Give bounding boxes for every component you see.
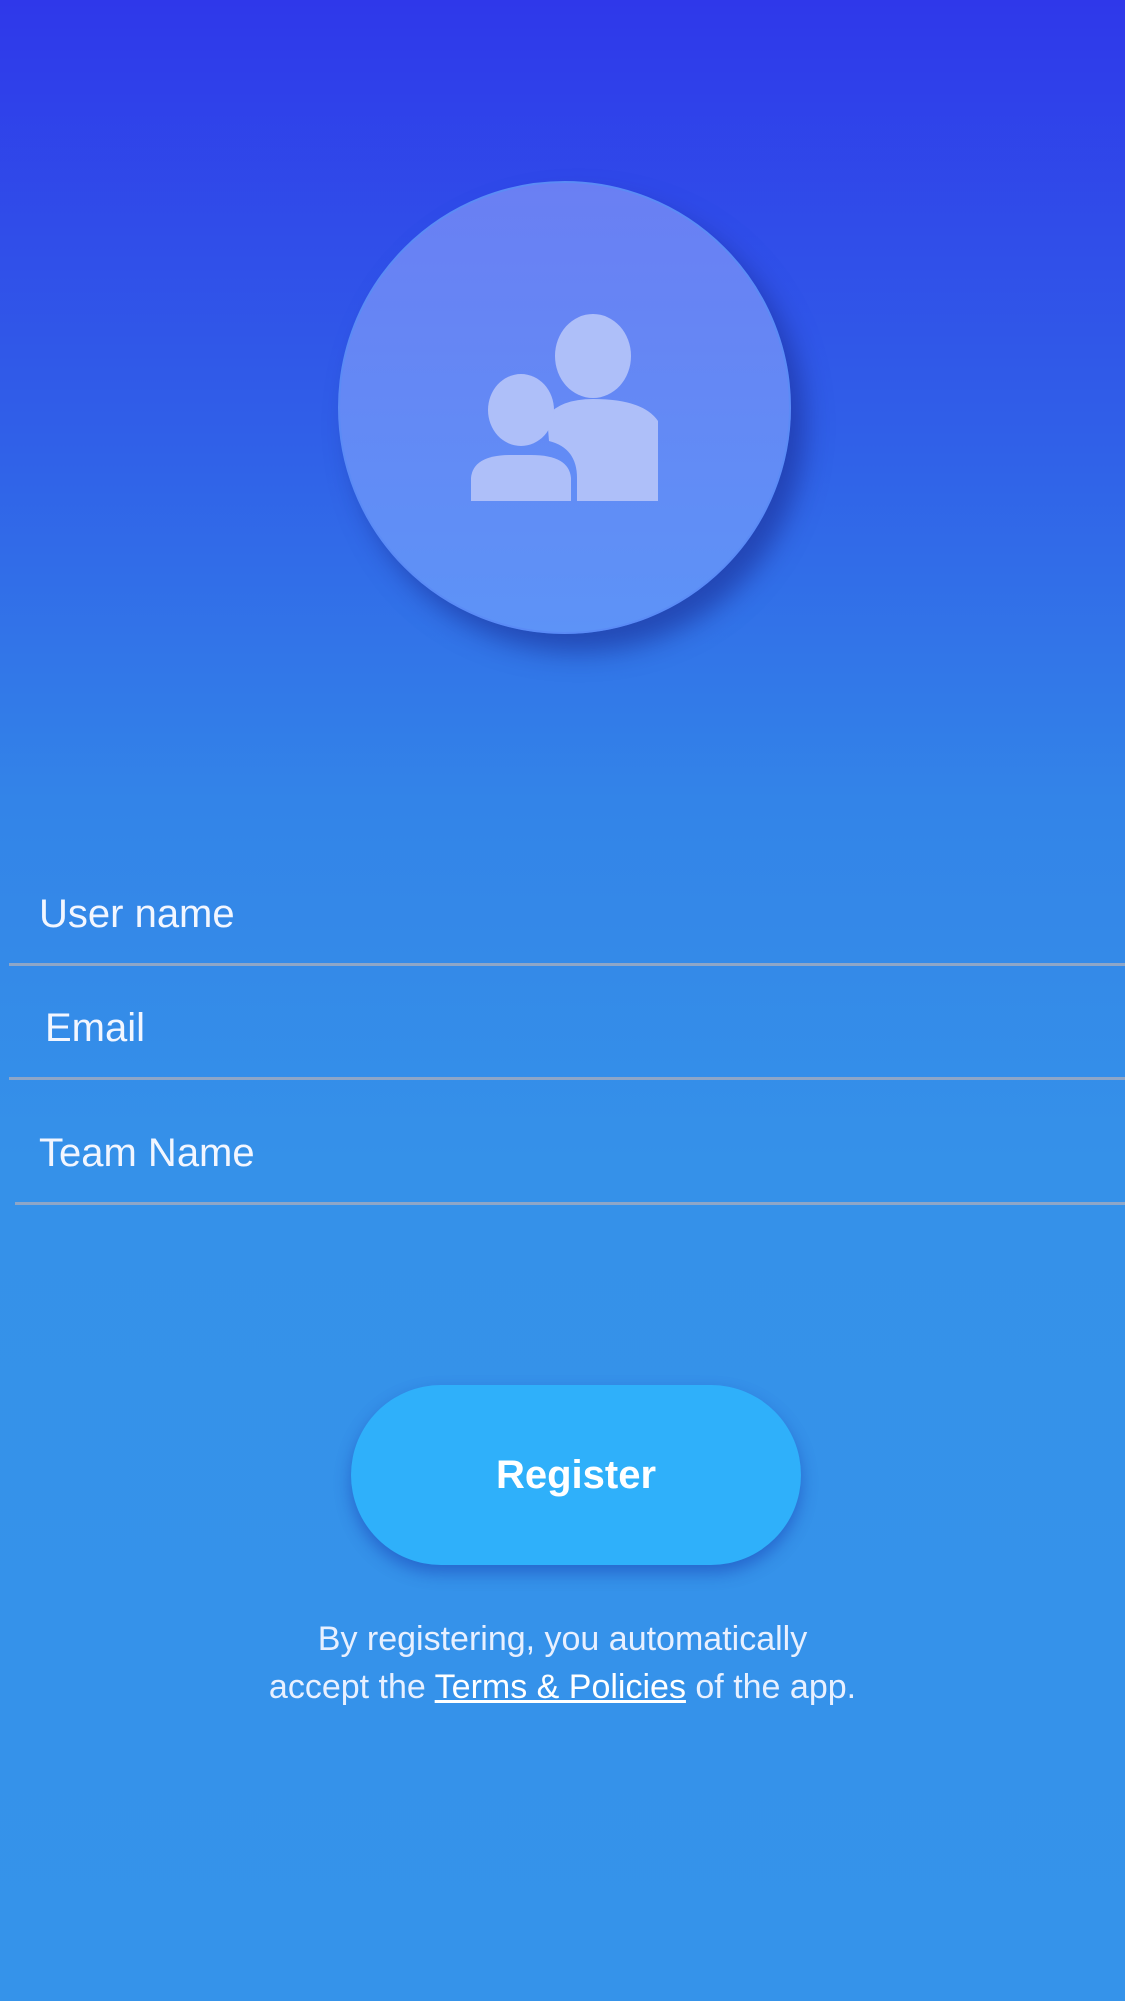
terms-prefix: accept the (268, 1668, 426, 1706)
users-icon (471, 314, 658, 501)
terms-line-1: By registering, you automatically (317, 1620, 808, 1658)
username-field[interactable] (9, 866, 1125, 966)
team-name-input[interactable] (39, 1131, 1039, 1176)
register-button[interactable]: Register (351, 1385, 801, 1565)
email-input[interactable] (45, 1006, 1045, 1051)
terms-policies-link[interactable]: Terms & Policies (435, 1668, 686, 1706)
terms-line-2: accept the Terms & Policies of the app. (0, 1663, 1125, 1711)
email-field[interactable] (9, 980, 1125, 1080)
username-input[interactable] (39, 892, 1039, 937)
team-name-field[interactable] (15, 1105, 1125, 1205)
terms-suffix: of the app. (695, 1668, 857, 1706)
terms-notice: By registering, you automatically accept… (0, 1615, 1125, 1711)
